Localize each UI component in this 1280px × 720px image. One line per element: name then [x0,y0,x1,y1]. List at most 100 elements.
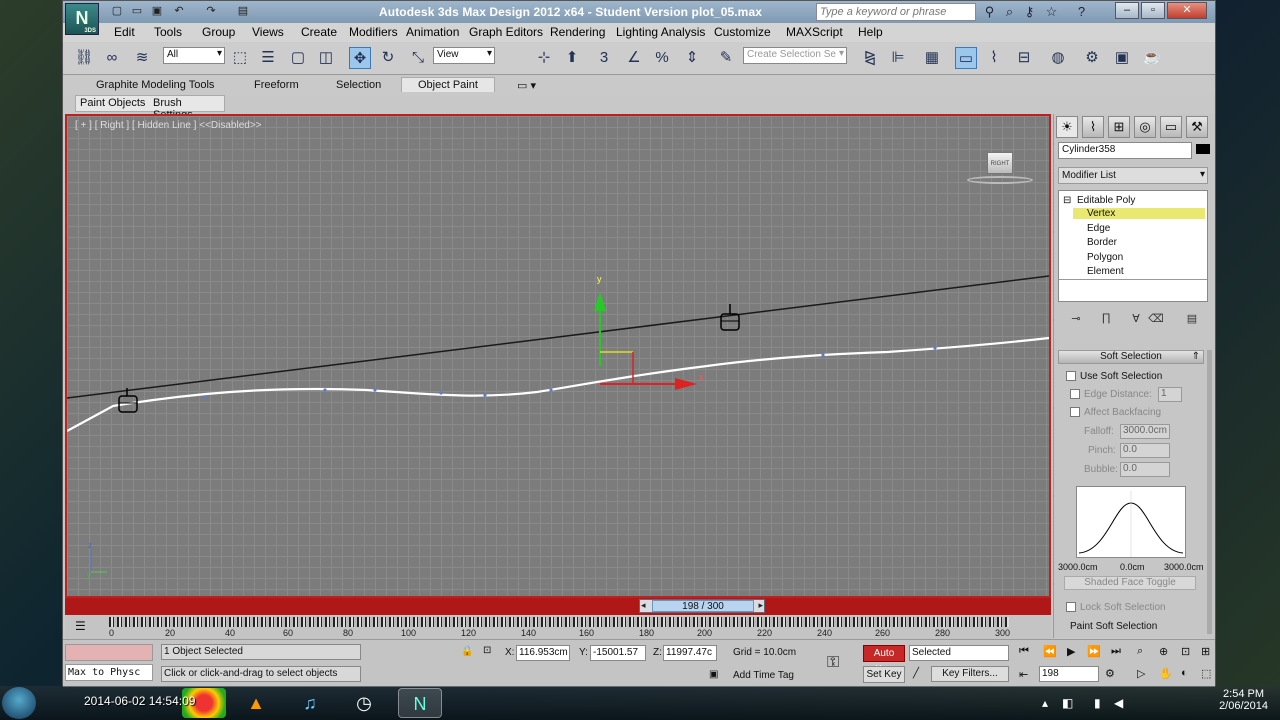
window-crossing-icon[interactable]: ◫ [315,47,337,69]
time-configuration-icon[interactable]: ⚙ [1105,667,1115,680]
display-tab-icon[interactable]: ▭ [1160,116,1182,138]
mirror-icon[interactable]: ⧎ [859,47,881,69]
schematic-view-icon[interactable]: ⊟ [1013,47,1035,69]
edge-distance-spinner[interactable]: 1 [1158,387,1182,402]
minimize-button[interactable]: – [1115,2,1139,19]
lock-soft-selection-checkbox[interactable] [1066,602,1076,612]
manipulate-icon[interactable]: ⬆ [561,47,583,69]
undo-icon[interactable]: ↶ [171,4,187,19]
z-coord-field[interactable]: 11997.47c [663,645,717,661]
absolute-mode-icon[interactable]: ⊡ [483,645,491,656]
path-vertex[interactable] [203,395,207,399]
time-slider[interactable]: ◂ 198 / 300 ▸ [639,599,765,613]
tab-freeform[interactable]: Freeform [254,79,299,91]
start-button[interactable] [2,687,36,719]
soft-selection-rollout-header[interactable]: Soft Selection ⇑ [1058,350,1204,364]
path-vertex[interactable] [373,388,377,392]
create-tab-sun-icon[interactable]: ☀ [1056,116,1078,138]
falloff-spinner[interactable]: 3000.0cm [1120,424,1170,439]
trackbar-keys[interactable] [109,617,1009,627]
bubble-spinner[interactable]: 0.0 [1120,462,1170,477]
modifier-list-dropdown[interactable]: Modifier List [1058,167,1208,184]
zoom-extents-all-icon[interactable]: ⊞ [1201,645,1210,658]
help-icon[interactable]: ? [1073,4,1090,20]
menu-views[interactable]: Views [252,25,284,39]
remove-modifier-trash-icon[interactable]: ⌫ [1148,312,1164,326]
snaps-toggle-icon[interactable]: 3 [593,47,615,69]
menu-modifiers[interactable]: Modifiers [349,25,398,39]
tray-arrow-icon[interactable]: ▴ [1042,696,1048,710]
rollout-collapse-icon[interactable]: ⇑ [1192,351,1200,363]
add-time-tag[interactable]: Add Time Tag [733,670,794,681]
object-name-field[interactable]: Cylinder358 [1058,142,1192,159]
trackbar[interactable]: ☰ 0 20 40 60 80 100 120 140 160 180 200 … [65,615,1051,639]
search-icon[interactable]: ⌕ [1001,4,1018,20]
stack-item-border[interactable]: Border [1087,237,1117,248]
graphite-toggle-icon[interactable]: ▭ [955,47,977,69]
select-by-name-icon[interactable]: ☰ [257,47,279,69]
go-to-end-icon[interactable]: ⏭ [1111,645,1121,658]
make-unique-icon[interactable]: ∀ [1128,312,1144,326]
hierarchy-tab-icon[interactable]: ⊞ [1108,116,1130,138]
rect-selection-icon[interactable]: ▢ [287,47,309,69]
edge-distance-checkbox[interactable] [1070,389,1080,399]
key-icon[interactable]: ⚷ [1021,4,1038,20]
modify-tab-icon[interactable]: ⌇ [1082,116,1104,138]
ribbon-options-icon[interactable]: ▭ ▾ [517,79,536,92]
gizmo-y-arrow[interactable] [594,292,606,311]
key-mode-dropdown[interactable]: Selected [909,645,1009,661]
move-gizmo[interactable]: y x [594,274,704,390]
zoom-icon[interactable]: ⌕ [1137,645,1143,658]
zoom-all-icon[interactable]: ⊕ [1159,645,1168,658]
tab-object-paint[interactable]: Object Paint [401,77,495,92]
time-tag-icon[interactable]: ▣ [709,669,718,680]
menu-group[interactable]: Group [202,25,235,39]
itunes-taskbar-icon[interactable]: ♫ [288,688,332,718]
bind-spacewarp-icon[interactable]: ≋ [131,47,153,69]
curve-editor-icon[interactable]: ⌇ [983,47,1005,69]
paint-objects-panel[interactable]: Paint Objects [80,97,145,109]
menu-create[interactable]: Create [301,25,337,39]
set-key-button[interactable]: Set Key [863,666,905,683]
maxscript-input[interactable]: Max to Physc [65,664,153,681]
binoculars-icon[interactable]: ⚲ [981,4,998,20]
use-soft-selection-checkbox[interactable] [1066,371,1076,381]
clock-app-taskbar-icon[interactable]: ◷ [342,688,386,718]
save-icon[interactable]: ▣ [149,4,165,19]
named-selection-sets-dropdown[interactable]: Create Selection Se [743,47,847,64]
render-production-icon[interactable]: ☕ [1141,47,1163,69]
key-mode-toggle-icon[interactable]: ⇤ [1019,668,1028,681]
select-rotate-icon[interactable]: ↻ [377,47,399,69]
network-icon[interactable]: ▮ [1094,696,1101,710]
play-icon[interactable]: ▶ [1067,645,1075,658]
new-file-icon[interactable]: ▢ [109,4,125,19]
edit-named-sets-icon[interactable]: ✎ [715,47,737,69]
mini-curve-editor-icon[interactable]: ☰ [75,619,86,633]
lock-selection-icon[interactable]: 🔒 [461,646,473,657]
current-frame-field[interactable]: 198 [1039,666,1099,682]
menu-tools[interactable]: Tools [154,25,182,39]
vlc-taskbar-icon[interactable]: ▲ [234,688,278,718]
pinch-spinner[interactable]: 0.0 [1120,443,1170,458]
field-of-view-icon[interactable]: ▷ [1137,667,1145,680]
maximize-viewport-icon[interactable]: ⬚ [1201,667,1211,680]
configure-sets-icon[interactable]: ▤ [1184,312,1200,326]
path-vertex[interactable] [549,388,553,392]
tab-graphite-modeling-tools[interactable]: Graphite Modeling Tools [96,79,214,91]
previous-frame-icon[interactable]: ⏪ [1043,645,1057,658]
open-file-icon[interactable]: ▭ [129,4,145,19]
path-vertex[interactable] [483,393,487,397]
default-tangent-icon[interactable]: ╱ [913,668,919,679]
path-vertex[interactable] [933,346,937,350]
pan-hand-icon[interactable]: ✋ [1159,667,1173,680]
menu-graph-editors[interactable]: Graph Editors [469,25,543,39]
motion-tab-icon[interactable]: ◎ [1134,116,1156,138]
utilities-tab-hammer-icon[interactable]: ⚒ [1186,116,1208,138]
select-object-icon[interactable]: ⬚ [229,47,251,69]
link-icon[interactable]: ⛓ [73,47,95,69]
object-color-swatch[interactable] [1196,144,1210,154]
pivot-center-icon[interactable]: ⊹ [533,47,555,69]
spinner-snap-icon[interactable]: ⇕ [681,47,703,69]
select-scale-icon[interactable]: ⤡ [407,47,429,69]
angle-snap-icon[interactable]: ∠ [623,47,645,69]
